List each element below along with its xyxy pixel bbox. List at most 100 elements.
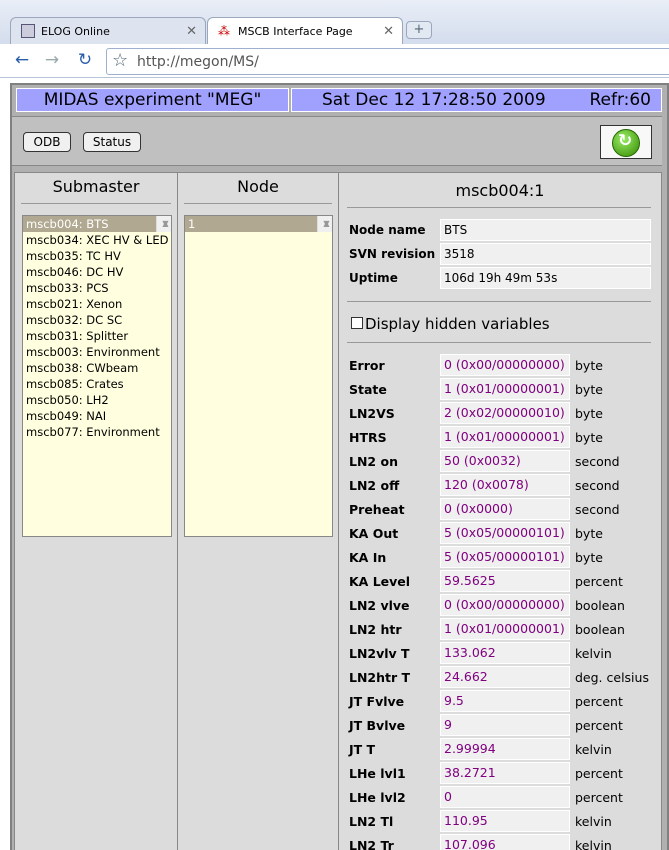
submaster-list[interactable]: mscb004: BTS mscb034: XEC HV & LED mscb035… [22, 215, 172, 537]
variable-value[interactable]: 38.2721 [440, 762, 570, 784]
variable-unit: percent [575, 694, 623, 709]
variable-row: KA Level 59.5625 percent [349, 570, 659, 593]
close-tab-icon[interactable]: ✕ [383, 24, 394, 39]
variable-name: KA Level [349, 574, 411, 589]
variable-row: LHe lvl2 0 percent [349, 786, 659, 809]
variable-value[interactable]: 0 (0x00/00000000) [440, 594, 570, 616]
variable-value[interactable]: 133.062 [440, 642, 570, 664]
submaster-item[interactable]: mscb050: LH2 [23, 392, 171, 408]
variable-value[interactable]: 1 (0x01/00000001) [440, 426, 570, 448]
variable-value[interactable]: 1 (0x01/00000001) [440, 618, 570, 640]
variable-unit: second [575, 502, 620, 517]
variable-value[interactable]: 0 (0x0000) [440, 498, 570, 520]
submaster-item[interactable]: mscb085: Crates [23, 376, 171, 392]
submaster-item[interactable]: mscb049: NAI [23, 408, 171, 424]
scrollbar[interactable]: ▲ ▼ [156, 216, 171, 232]
variable-value[interactable]: 2 (0x02/00000010) [440, 402, 570, 424]
variable-value[interactable]: 120 (0x0078) [440, 474, 570, 496]
submaster-heading: Submaster [52, 177, 140, 196]
display-hidden-toggle[interactable]: Display hidden variables [351, 315, 550, 333]
refresh-icon: ↻ [612, 129, 640, 157]
submaster-item[interactable]: mscb003: Environment [23, 344, 171, 360]
variable-name: LN2 on [349, 454, 398, 469]
variable-value[interactable]: 1 (0x01/00000001) [440, 378, 570, 400]
info-value: BTS [440, 219, 651, 241]
variable-row: LN2 off 120 (0x0078) second [349, 474, 659, 497]
status-button[interactable]: Status [83, 132, 141, 152]
variable-name: LN2 htr [349, 622, 402, 637]
variable-name: LN2 Tl [349, 814, 394, 829]
variable-name: LHe lvl2 [349, 790, 406, 805]
variable-unit: deg. celsius [575, 670, 649, 685]
scroll-down-icon[interactable]: ▼ [158, 218, 170, 230]
variable-value[interactable]: 24.662 [440, 666, 570, 688]
variable-unit: kelvin [575, 814, 612, 829]
odb-button[interactable]: ODB [23, 132, 71, 152]
variable-row: KA Out 5 (0x05/00000101) byte [349, 522, 659, 545]
submaster-item[interactable]: mscb004: BTS [23, 216, 171, 232]
submaster-item[interactable]: mscb033: PCS [23, 280, 171, 296]
variable-value[interactable]: 5 (0x05/00000101) [440, 546, 570, 568]
variable-row: KA In 5 (0x05/00000101) byte [349, 546, 659, 569]
variable-name: JT Fvlve [349, 694, 405, 709]
variable-row: JT Fvlve 9.5 percent [349, 690, 659, 713]
back-arrow-icon[interactable]: ← [10, 48, 34, 74]
variable-value[interactable]: 2.99994 [440, 738, 570, 760]
close-tab-icon[interactable]: ✕ [186, 24, 197, 39]
variable-row: HTRS 1 (0x01/00000001) byte [349, 426, 659, 449]
variable-row: LN2 Tr 107.096 kelvin [349, 834, 659, 850]
info-label: Node name [349, 223, 426, 237]
variable-value[interactable]: 107.096 [440, 834, 570, 850]
variable-value[interactable]: 5 (0x05/00000101) [440, 522, 570, 544]
submaster-item[interactable]: mscb077: Environment [23, 424, 171, 440]
tab-mscb-interface[interactable]: ⁂ MSCB Interface Page ✕ [207, 17, 403, 44]
variable-unit: percent [575, 574, 623, 589]
variable-row: LHe lvl1 38.2721 percent [349, 762, 659, 785]
variable-value[interactable]: 0 (0x00/00000000) [440, 354, 570, 376]
address-bar[interactable]: ☆ http://megon/MS/ [106, 48, 669, 75]
variable-value[interactable]: 9 [440, 714, 570, 736]
variable-unit: kelvin [575, 646, 612, 661]
variable-name: JT T [349, 742, 376, 757]
refresh-button[interactable]: ↻ [600, 125, 652, 159]
new-tab-button[interactable]: + [406, 21, 432, 39]
variable-unit: percent [575, 790, 623, 805]
variable-unit: byte [575, 406, 603, 421]
elog-icon [21, 24, 35, 38]
variable-name: KA Out [349, 526, 399, 541]
variable-row: LN2 htr 1 (0x01/00000001) boolean [349, 618, 659, 641]
node-detail-panel: mscb004:1 Node name BTS SVN revision 3518 Up… [338, 172, 662, 850]
submaster-item[interactable]: mscb031: Splitter [23, 328, 171, 344]
scrollbar[interactable]: ▲ ▼ [317, 216, 332, 232]
hidden-vars-checkbox[interactable] [351, 317, 363, 329]
variable-value[interactable]: 9.5 [440, 690, 570, 712]
variable-unit: byte [575, 526, 603, 541]
reload-icon[interactable]: ↻ [73, 48, 97, 74]
variable-value[interactable]: 50 (0x0032) [440, 450, 570, 472]
variable-name: LHe lvl1 [349, 766, 406, 781]
node-list[interactable]: 1 ▲ ▼ [184, 215, 333, 537]
submaster-item[interactable]: mscb035: TC HV [23, 248, 171, 264]
submaster-item[interactable]: mscb038: CWbeam [23, 360, 171, 376]
forward-arrow-icon[interactable]: → [40, 48, 64, 74]
submaster-item[interactable]: mscb034: XEC HV & LED [23, 232, 171, 248]
star-icon[interactable]: ☆ [112, 50, 128, 71]
variable-value[interactable]: 59.5625 [440, 570, 570, 592]
variable-unit: percent [575, 718, 623, 733]
variable-name: State [349, 382, 387, 397]
submaster-panel: Submaster mscb004: BTS mscb034: XEC HV & … [14, 172, 178, 850]
submaster-item[interactable]: mscb032: DC SC [23, 312, 171, 328]
tab-elog-online[interactable]: ELOG Online ✕ [10, 17, 206, 44]
variable-value[interactable]: 0 [440, 786, 570, 808]
submaster-item[interactable]: mscb021: Xenon [23, 296, 171, 312]
tab-label: MSCB Interface Page [238, 24, 353, 38]
button-row: ODB Status ↻ [12, 116, 662, 166]
node-heading: Node [237, 177, 279, 196]
variable-name: LN2vlv T [349, 646, 410, 661]
scroll-down-icon[interactable]: ▼ [319, 218, 331, 230]
info-value: 106d 19h 49m 53s [440, 267, 651, 289]
submaster-item[interactable]: mscb046: DC HV [23, 264, 171, 280]
node-item[interactable]: 1 [185, 216, 332, 232]
variable-value[interactable]: 110.95 [440, 810, 570, 832]
variable-row: Error 0 (0x00/00000000) byte [349, 354, 659, 377]
